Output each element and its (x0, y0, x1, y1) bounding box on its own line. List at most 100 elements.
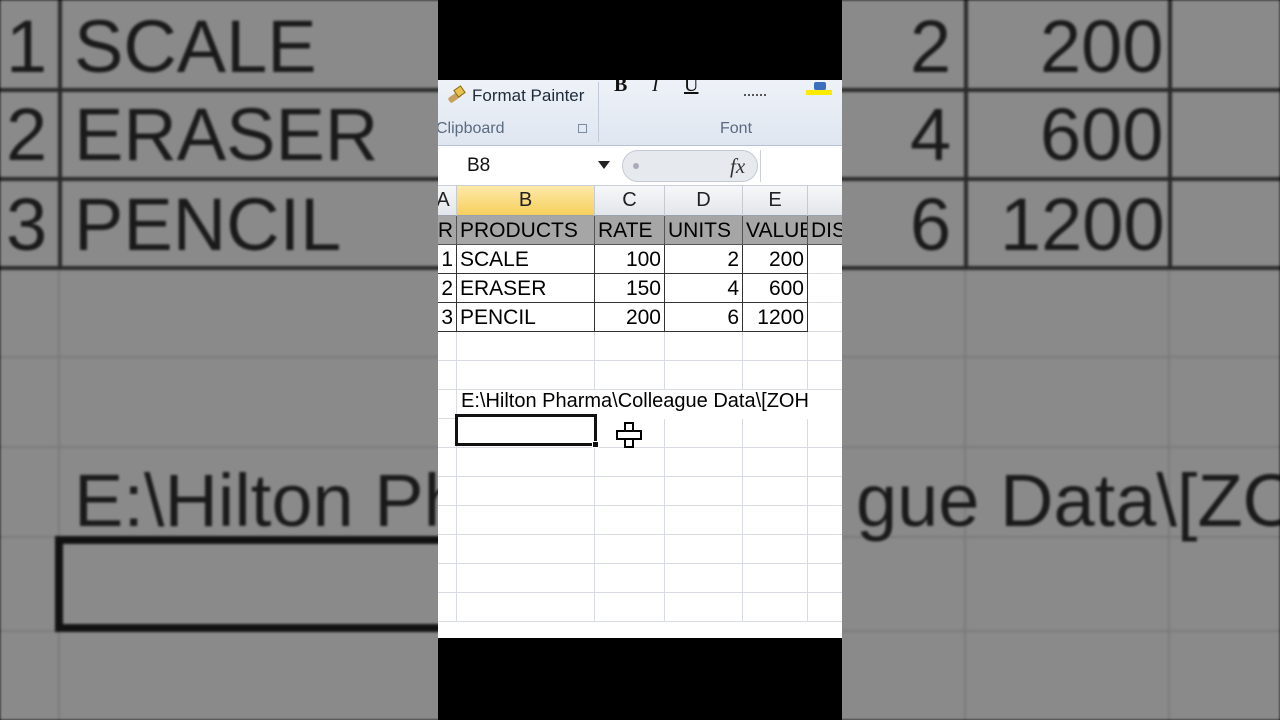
insert-function-icon[interactable]: fx (730, 154, 745, 179)
column-header-a[interactable]: A (438, 186, 457, 216)
format-painter-button[interactable]: Format Painter (446, 84, 584, 108)
empty-cell[interactable] (808, 506, 842, 535)
empty-cell[interactable] (665, 506, 743, 535)
worksheet-grid[interactable]: A B C D E R PRODUCTS RATE UNITS VALUE DI… (438, 186, 842, 638)
header-cell[interactable]: UNITS (665, 216, 743, 245)
column-header-c[interactable]: C (595, 186, 665, 216)
video-frame: Format Painter Clipboard B I U Font B8 f… (438, 0, 842, 720)
empty-cell[interactable] (665, 564, 743, 593)
bg-col-line (58, 0, 62, 270)
empty-cell[interactable] (743, 535, 808, 564)
empty-cell[interactable] (438, 477, 457, 506)
empty-cell[interactable] (808, 448, 842, 477)
empty-cell[interactable] (438, 535, 457, 564)
empty-cell[interactable] (665, 361, 743, 390)
empty-cell[interactable] (457, 332, 595, 361)
name-box[interactable]: B8 (438, 150, 616, 182)
empty-cell[interactable] (808, 593, 842, 622)
empty-cell[interactable] (595, 448, 665, 477)
empty-cell[interactable] (743, 593, 808, 622)
table-cell[interactable]: SCALE (457, 245, 595, 274)
empty-cell[interactable] (808, 535, 842, 564)
empty-cell[interactable] (438, 593, 457, 622)
table-cell[interactable]: 200 (743, 245, 808, 274)
table-cell[interactable]: 3 (438, 303, 457, 332)
empty-cell[interactable] (595, 477, 665, 506)
empty-cell[interactable] (808, 361, 842, 390)
table-cell[interactable]: 100 (595, 245, 665, 274)
header-cell[interactable]: R (438, 216, 457, 245)
empty-cell[interactable] (595, 593, 665, 622)
empty-cell[interactable] (743, 564, 808, 593)
table-cell[interactable]: 6 (665, 303, 743, 332)
empty-cell[interactable] (743, 448, 808, 477)
formula-input[interactable] (760, 150, 842, 182)
table-cell[interactable]: ERASER (457, 274, 595, 303)
bg-path-right: gue Data\[ZOH (856, 459, 1280, 542)
column-header-f[interactable] (808, 186, 842, 216)
fill-color-icon[interactable] (806, 82, 832, 96)
empty-cell[interactable] (457, 477, 595, 506)
empty-cell[interactable] (457, 506, 595, 535)
header-cell[interactable]: DIS (808, 216, 842, 245)
empty-cell[interactable] (743, 361, 808, 390)
bg-cell: 1 (6, 5, 48, 88)
table-cell[interactable] (808, 303, 842, 332)
italic-button[interactable]: I (652, 80, 659, 97)
empty-cell[interactable] (808, 564, 842, 593)
borders-icon[interactable] (744, 84, 766, 96)
table-cell[interactable]: 600 (743, 274, 808, 303)
header-cell[interactable]: RATE (595, 216, 665, 245)
file-path-cell[interactable]: E:\Hilton Pharma\Colleague Data\[ZOH (461, 390, 809, 413)
empty-cell[interactable] (595, 361, 665, 390)
empty-cell[interactable] (595, 332, 665, 361)
empty-cell[interactable] (665, 448, 743, 477)
empty-cell[interactable] (808, 332, 842, 361)
chevron-down-icon[interactable] (598, 161, 610, 169)
empty-cell[interactable] (665, 332, 743, 361)
empty-cell[interactable] (457, 361, 595, 390)
empty-cell[interactable] (438, 361, 457, 390)
empty-cell[interactable] (808, 419, 842, 448)
empty-cell[interactable] (457, 448, 595, 477)
empty-cell[interactable] (595, 535, 665, 564)
empty-cell[interactable] (743, 477, 808, 506)
empty-cell[interactable] (808, 477, 842, 506)
table-cell[interactable]: 1 (438, 245, 457, 274)
empty-cell[interactable] (665, 593, 743, 622)
column-header-e[interactable]: E (743, 186, 808, 216)
empty-cell[interactable] (665, 535, 743, 564)
empty-cell[interactable] (743, 332, 808, 361)
dialog-launcher-icon[interactable] (578, 124, 587, 133)
empty-cell[interactable] (595, 506, 665, 535)
underline-button[interactable]: U (684, 80, 698, 97)
table-cell[interactable]: 150 (595, 274, 665, 303)
table-cell[interactable]: PENCIL (457, 303, 595, 332)
table-cell[interactable] (808, 274, 842, 303)
empty-cell[interactable] (438, 448, 457, 477)
table-cell[interactable]: 200 (595, 303, 665, 332)
column-header-b[interactable]: B (457, 186, 595, 216)
empty-cell[interactable] (438, 332, 457, 361)
empty-cell[interactable] (595, 564, 665, 593)
empty-cell[interactable] (457, 564, 595, 593)
empty-cell[interactable] (457, 593, 595, 622)
empty-cell[interactable] (438, 506, 457, 535)
empty-cell[interactable] (457, 535, 595, 564)
table-cell[interactable]: 4 (665, 274, 743, 303)
empty-cell[interactable] (438, 564, 457, 593)
table-cell[interactable]: 2 (438, 274, 457, 303)
empty-cell[interactable] (665, 477, 743, 506)
active-cell-b8[interactable] (455, 414, 599, 448)
header-cell[interactable]: PRODUCTS (457, 216, 595, 245)
empty-cell[interactable] (665, 419, 743, 448)
table-cell[interactable]: 2 (665, 245, 743, 274)
empty-cell[interactable] (743, 419, 808, 448)
table-cell[interactable] (808, 245, 842, 274)
table-cell[interactable]: 1200 (743, 303, 808, 332)
empty-cell[interactable] (743, 506, 808, 535)
header-cell[interactable]: VALUE (743, 216, 808, 245)
column-header-d[interactable]: D (665, 186, 743, 216)
fill-handle[interactable] (592, 441, 599, 448)
bold-button[interactable]: B (614, 80, 627, 97)
